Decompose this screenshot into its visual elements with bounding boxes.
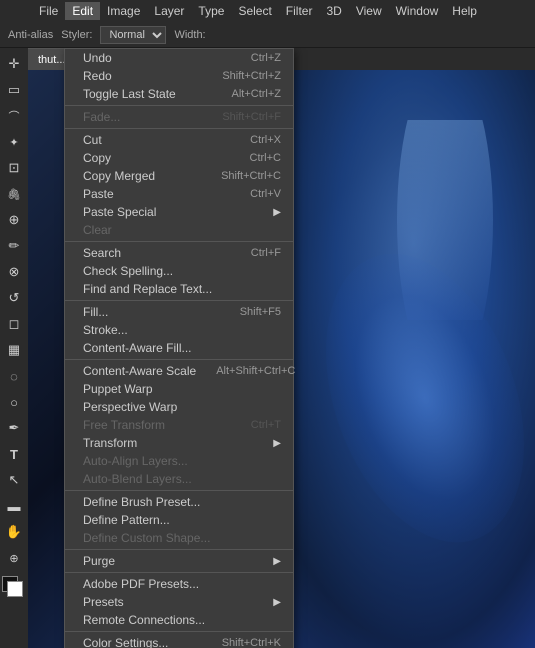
menu-item-free-transform[interactable]: Free Transform Ctrl+T	[65, 416, 293, 434]
menu-item-auto-align-layers[interactable]: Auto-Align Layers...	[65, 452, 293, 470]
tool-zoom[interactable]: ⊕	[2, 546, 26, 570]
tool-hand[interactable]: ✋	[2, 520, 26, 544]
menu-item-search[interactable]: Search Ctrl+F	[65, 244, 293, 262]
menu-item-puppet-warp[interactable]: Puppet Warp	[65, 380, 293, 398]
background-color-swatch[interactable]	[7, 581, 23, 597]
menu-item-presets[interactable]: Presets ▶	[65, 593, 293, 611]
menu-type[interactable]: Type	[191, 2, 231, 20]
menu-item-define-brush-preset[interactable]: Define Brush Preset...	[65, 493, 293, 511]
tool-pen[interactable]: ✒	[2, 416, 26, 440]
menu-item-clear[interactable]: Clear	[65, 221, 293, 239]
menu-help[interactable]: Help	[445, 2, 484, 20]
menu-item-content-aware-scale[interactable]: Content-Aware Scale Alt+Shift+Ctrl+C	[65, 362, 293, 380]
menu-item-remote-connections[interactable]: Remote Connections...	[65, 611, 293, 629]
menu-item-stroke[interactable]: Stroke...	[65, 321, 293, 339]
menu-select[interactable]: Select	[231, 2, 278, 20]
menu-item-color-settings[interactable]: Color Settings... Shift+Ctrl+K	[65, 634, 293, 648]
tool-healing[interactable]: ⊕	[2, 208, 26, 232]
menu-item-redo[interactable]: Redo Shift+Ctrl+Z	[65, 67, 293, 85]
menu-filter[interactable]: Filter	[279, 2, 320, 20]
left-toolbar: ✛ ▭ ⌒ ✦ ⊡ 🖇 ⊕ ✏ ⊗ ↺ ◻ ▦ ◌ ○ ✒ T ↖ ▬ ✋ ⊕	[0, 48, 28, 648]
tool-selection[interactable]: ▭	[2, 78, 26, 102]
menu-item-define-pattern[interactable]: Define Pattern...	[65, 511, 293, 529]
menu-item-fade[interactable]: Fade... Shift+Ctrl+F	[65, 108, 293, 126]
tool-blur[interactable]: ◌	[2, 364, 26, 388]
tool-magic-wand[interactable]: ✦	[2, 130, 26, 154]
width-label: Width:	[174, 29, 205, 41]
menu-image[interactable]: Image	[100, 2, 147, 20]
image-highlight	[385, 120, 505, 320]
style-select[interactable]: Normal	[100, 26, 166, 44]
menu-item-copy[interactable]: Copy Ctrl+C	[65, 149, 293, 167]
menu-view[interactable]: View	[349, 2, 389, 20]
menu-item-paste[interactable]: Paste Ctrl+V	[65, 185, 293, 203]
tool-history-brush[interactable]: ↺	[2, 286, 26, 310]
edit-dropdown-menu: Undo Ctrl+Z Redo Shift+Ctrl+Z Toggle Las…	[64, 48, 294, 648]
menu-item-copy-merged[interactable]: Copy Merged Shift+Ctrl+C	[65, 167, 293, 185]
tool-path-selection[interactable]: ↖	[2, 468, 26, 492]
options-bar: Anti-alias Styler: Normal Width:	[0, 22, 535, 48]
tool-move[interactable]: ✛	[2, 52, 26, 76]
menu-item-define-custom-shape[interactable]: Define Custom Shape...	[65, 529, 293, 547]
tool-gradient[interactable]: ▦	[2, 338, 26, 362]
tool-crop[interactable]: ⊡	[2, 156, 26, 180]
anti-alias-label: Anti-alias	[8, 29, 53, 41]
menu-item-undo[interactable]: Undo Ctrl+Z	[65, 49, 293, 67]
menu-item-purge[interactable]: Purge ▶	[65, 552, 293, 570]
menu-item-cut[interactable]: Cut Ctrl+X	[65, 131, 293, 149]
tool-lasso[interactable]: ⌒	[2, 104, 26, 128]
tool-clone[interactable]: ⊗	[2, 260, 26, 284]
canvas-area: thut... Workspace . Undo Ctrl+Z Redo Shi…	[28, 48, 535, 648]
menu-bar: File Edit Image Layer Type Select Filter…	[0, 0, 535, 22]
tool-text[interactable]: T	[2, 442, 26, 466]
menu-file[interactable]: File	[32, 2, 65, 20]
menu-item-toggle-last-state[interactable]: Toggle Last State Alt+Ctrl+Z	[65, 85, 293, 103]
menu-layer[interactable]: Layer	[147, 2, 191, 20]
menu-item-perspective-warp[interactable]: Perspective Warp	[65, 398, 293, 416]
tool-eyedropper[interactable]: 🖇	[2, 182, 26, 206]
style-label: Styler:	[61, 29, 92, 41]
menu-item-content-aware-fill[interactable]: Content-Aware Fill...	[65, 339, 293, 357]
menu-item-paste-special[interactable]: Paste Special ▶	[65, 203, 293, 221]
menu-edit[interactable]: Edit	[65, 2, 100, 20]
menu-item-check-spelling[interactable]: Check Spelling...	[65, 262, 293, 280]
menu-window[interactable]: Window	[389, 2, 446, 20]
tool-brush[interactable]: ✏	[2, 234, 26, 258]
menu-item-adobe-pdf-presets[interactable]: Adobe PDF Presets...	[65, 575, 293, 593]
menu-item-fill[interactable]: Fill... Shift+F5	[65, 303, 293, 321]
menu-item-transform[interactable]: Transform ▶	[65, 434, 293, 452]
menu-item-auto-blend-layers[interactable]: Auto-Blend Layers...	[65, 470, 293, 488]
menu-3d[interactable]: 3D	[319, 2, 348, 20]
tool-dodge[interactable]: ○	[2, 390, 26, 414]
tool-eraser[interactable]: ◻	[2, 312, 26, 336]
menu-item-find-replace[interactable]: Find and Replace Text...	[65, 280, 293, 298]
tool-shape[interactable]: ▬	[2, 494, 26, 518]
